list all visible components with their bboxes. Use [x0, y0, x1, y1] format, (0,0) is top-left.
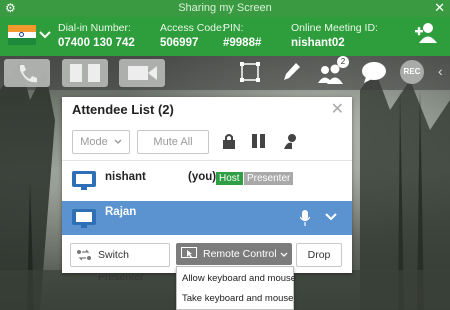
remote-control-icon [181, 247, 197, 258]
mode-label: Mode [80, 136, 108, 148]
pause-icon [70, 64, 100, 82]
chevron-down-icon[interactable] [39, 31, 51, 39]
microphone-icon[interactable] [300, 210, 310, 226]
record-button[interactable]: REC [400, 60, 424, 84]
speaker-person-icon[interactable] [282, 133, 300, 149]
pin-value: #9988# [223, 37, 262, 49]
attendee-name: nishant [105, 171, 146, 183]
phone-button[interactable] [4, 59, 50, 87]
presenter-badge: Presenter [244, 172, 294, 185]
pin-info: PIN: #9988# [223, 22, 261, 49]
switch-presenter-button[interactable]: Switch Presenter [70, 243, 170, 283]
online-meeting-id: nishant02 [291, 37, 345, 49]
attendee-row-selected[interactable]: Rajan [62, 201, 352, 235]
dialin-label: Dial-in Number: [58, 22, 131, 34]
collapse-icon[interactable]: ‹ [438, 63, 443, 79]
access-label: Access Code: [160, 22, 225, 34]
menu-item-take-keyboard-mouse[interactable]: Take keyboard and mouse [182, 293, 293, 304]
phone-icon [20, 65, 37, 83]
divider [62, 160, 352, 161]
access-code: 506997 [160, 37, 199, 49]
switch-presenter-label: Switch Presenter [98, 249, 144, 283]
mode-dropdown[interactable]: Mode [72, 130, 130, 154]
pause-button[interactable] [62, 59, 108, 87]
host-badge: Host [216, 172, 243, 185]
dialin-number: 07400 130 742 [58, 37, 135, 49]
gear-icon[interactable]: ⚙ [5, 1, 16, 15]
india-flag-icon[interactable] [8, 25, 36, 45]
add-user-icon[interactable] [414, 22, 438, 44]
remote-control-menu: Allow keyboard and mouse Take keyboard a… [176, 266, 296, 310]
attendee-row[interactable]: nishant (you) Host Presenter [62, 163, 352, 199]
mute-all-button[interactable]: Mute All [137, 130, 209, 154]
switch-icon [77, 249, 91, 261]
panel-title: Attendee List (2) [72, 102, 174, 117]
lock-icon[interactable] [222, 133, 236, 149]
flag-chakra-icon [19, 32, 24, 38]
pin-label: PIN: [223, 22, 244, 34]
panel-close-icon[interactable]: ✕ [331, 99, 344, 119]
remote-control-button[interactable]: Remote Control [176, 243, 292, 265]
online-meeting-info: Online Meeting ID: nishant02 [291, 22, 378, 49]
you-label: (you) [188, 171, 217, 183]
video-camera-icon [128, 66, 157, 80]
attendee-name: Rajan [105, 206, 137, 218]
monitor-icon [72, 209, 96, 228]
flag-stripe-green [8, 38, 36, 45]
attendees-count-badge: 2 [337, 56, 349, 68]
online-meeting-label: Online Meeting ID: [291, 22, 378, 34]
close-icon[interactable]: ✕ [434, 0, 445, 16]
sharing-title: Sharing my Screen [0, 0, 450, 17]
select-region-icon[interactable] [238, 60, 262, 84]
monitor-icon [72, 171, 96, 190]
flag-stripe-white [8, 31, 36, 39]
chevron-down-icon [114, 139, 122, 144]
chevron-down-icon[interactable] [325, 213, 337, 221]
access-info: Access Code: 506997 [160, 22, 225, 49]
pencil-icon[interactable] [280, 60, 302, 84]
video-button[interactable] [119, 59, 165, 87]
dialin-info: Dial-in Number: 07400 130 742 [58, 22, 135, 49]
chevron-down-icon [280, 252, 288, 257]
chat-icon[interactable] [360, 60, 388, 84]
pause-icon[interactable] [252, 133, 266, 149]
remote-control-label: Remote Control [203, 248, 277, 260]
menu-item-allow-keyboard-mouse[interactable]: Allow keyboard and mouse [182, 273, 296, 284]
drop-button[interactable]: Drop [296, 243, 342, 267]
flag-stripe-saffron [8, 25, 36, 32]
